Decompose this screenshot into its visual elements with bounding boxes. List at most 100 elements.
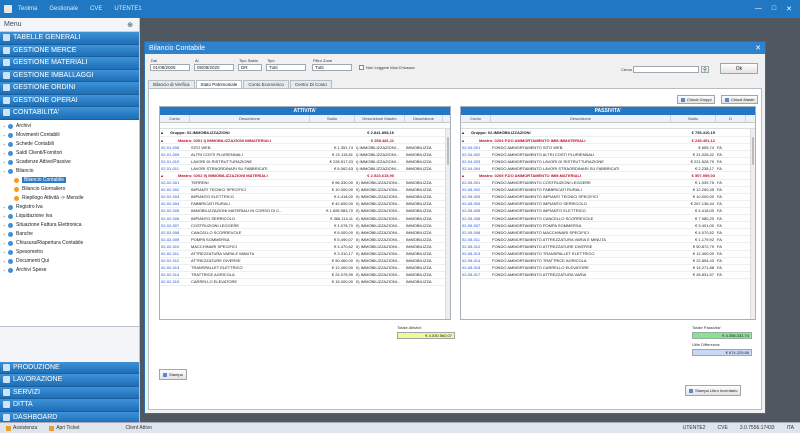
tab-stato-patrimoniale[interactable]: Stato Patrimoniale — [195, 80, 243, 88]
stampa-button[interactable]: Stampa — [159, 369, 187, 380]
collapse-icon[interactable]: ▴ — [160, 130, 169, 135]
conto-link[interactable]: 02-02-005 — [160, 208, 190, 213]
table-row[interactable]: 02-02-013 TRANSPALLET ELETTRICO € 12.400,0… — [160, 265, 450, 272]
category-servizi[interactable]: SERVIZI — [0, 386, 139, 399]
collapse-icon[interactable]: ▴ — [461, 130, 470, 135]
table-row[interactable]: 02-02-004 FABBRICATI RURALI € 42.650,00 II)… — [160, 201, 450, 208]
table-row[interactable]: 02-02-008 CANCELLO SCORREVOLE € 8.000,00 II… — [160, 229, 450, 237]
conto-link[interactable]: 02-02-014 — [160, 272, 190, 277]
pin-icon[interactable]: ⊕ — [127, 21, 133, 29]
tipo-saldo-select[interactable]: DR — [238, 64, 262, 71]
category-lavorazione[interactable]: LAVORAZIONE — [0, 374, 139, 387]
expand-icon[interactable]: + — [3, 214, 7, 219]
tree-item[interactable]: + Situazione Fattura Elettronica — [0, 221, 139, 230]
conto-link[interactable]: 02-02-004 — [160, 201, 190, 206]
table-row[interactable]: 02-05-006 FONDO AMMORTAMENTO CANCELLO SCO… — [461, 215, 755, 223]
filtro-zone-select[interactable]: Tutti — [312, 64, 352, 71]
table-row[interactable]: 02-02-012 ATTREZZATURE DIVERSE € 50.460,00… — [160, 258, 450, 265]
expand-icon[interactable]: + — [3, 232, 7, 237]
conto-link[interactable]: 02-02-009 — [160, 237, 190, 242]
maximize-icon[interactable]: □ — [772, 5, 776, 13]
conto-link[interactable]: 02-04-004 — [461, 166, 491, 171]
category-tabelle-generali[interactable]: TABELLE GENERALI — [0, 32, 139, 45]
expand-icon[interactable]: + — [3, 250, 7, 255]
conto-link[interactable]: 02-02-010 — [160, 244, 190, 249]
tree-item[interactable]: + Banche — [0, 230, 139, 239]
conto-link[interactable]: 02-02-002 — [160, 187, 190, 192]
table-row[interactable]: 02-02-014 TRATTRICE AGRICOLA € 24.075,95 II… — [160, 272, 450, 279]
conto-link[interactable]: 02-05-008 — [461, 230, 491, 235]
conto-link[interactable]: 02-05-011 — [461, 237, 491, 242]
conto-link[interactable]: 02-02-001 — [160, 180, 190, 185]
table-row[interactable]: 02-05-003 FONDO AMMORTAMENTO IMPIANTI TEC… — [461, 194, 755, 201]
expand-icon[interactable]: + — [3, 142, 7, 147]
tree-item[interactable]: + Saldi Clienti/Fornitori — [0, 149, 139, 158]
tree-item[interactable]: + Schede Contabili — [0, 140, 139, 149]
table-row[interactable]: 02-02-002 IMPIANTI TECNICI SPECIFICI € 10.… — [160, 187, 450, 194]
tree-item[interactable]: Bilancio Contabile — [0, 176, 139, 185]
tree-item[interactable]: Riepilogo Attività -> Mensile — [0, 194, 139, 203]
table-row[interactable]: 02-04-004 FONDO AMMORTAMENTO LAVORI STRAO… — [461, 165, 755, 173]
dal-date-input[interactable]: 01/08/2006 — [150, 64, 190, 71]
scroll-thumb[interactable] — [752, 137, 754, 165]
category-gestione-imballaggi[interactable]: GESTIONE IMBALLAGGI — [0, 69, 139, 82]
apri-ticket-item[interactable]: Apri Ticket — [49, 425, 80, 431]
close-window-icon[interactable]: ✕ — [755, 44, 761, 52]
tree-item[interactable]: + Archivi — [0, 122, 139, 131]
conto-link[interactable]: 02-02-006 — [160, 216, 190, 221]
col-descrizione[interactable]: Descrizione — [190, 115, 310, 122]
category-contabilita-[interactable]: CONTABILITA' — [0, 107, 139, 120]
table-row[interactable]: 02-01-011 LAVORI STRAORDINARI SU FABBRICA… — [160, 165, 450, 173]
table-row[interactable]: 02-05-017 FONDO AMMORTAMENTO ATTREZZATURA… — [461, 272, 755, 279]
table-row[interactable]: 02-05-008 FONDO AMMORTAMENTO MACCHINARI S… — [461, 229, 755, 237]
close-icon[interactable]: ✕ — [786, 5, 792, 13]
tab-conto-economico[interactable]: Conto Economico — [243, 80, 289, 88]
stampa-libro-inventario-button[interactable]: Stampa Libro Inventario — [685, 385, 742, 396]
table-row[interactable]: 02-02-005 IMMOBILIZZAZIONI MATERIALI IN C… — [160, 208, 450, 216]
conto-link[interactable]: 02-04-002 — [461, 152, 491, 157]
table-row[interactable]: 02-05-001 FONDO AMMORTAMENTO COSTRUZIONI … — [461, 180, 755, 187]
conto-link[interactable]: 02-02-012 — [160, 258, 190, 263]
tab-centro-di-costo[interactable]: Centro Di Costo — [289, 80, 332, 88]
category-gestione-materiali[interactable]: GESTIONE MATERIALI — [0, 57, 139, 70]
conto-link[interactable]: 02-05-001 — [461, 180, 491, 185]
expand-icon[interactable]: + — [3, 151, 7, 156]
table-row[interactable]: 02-04-002 FONDO AMMORTAMENTO ALTRI COSTI … — [461, 151, 755, 159]
expand-icon[interactable]: + — [3, 160, 7, 165]
conto-link[interactable]: 02-05-017 — [461, 272, 491, 277]
tree-item[interactable]: + Scadenze Attive/Passive — [0, 158, 139, 167]
table-row[interactable]: 02-02-003 IMPIANTO ELETTRICO € 4.418,00 II)… — [160, 194, 450, 201]
table-row[interactable]: 02-02-010 MACCHINARI SPECIFICI € 4.470,62 I… — [160, 243, 450, 251]
cerca-input[interactable] — [633, 66, 699, 73]
category-ditta[interactable]: DITTA — [0, 399, 139, 412]
mastro-row[interactable]: ▴ Mastro: 0201 I) IMMOBILIZZAZIONI IMMATE… — [160, 137, 450, 145]
table-row[interactable]: 02-02-006 IMPIANTO SERRICOLO € 366.114,11 I… — [160, 215, 450, 223]
collapse-icon[interactable]: ▴ — [160, 138, 177, 143]
table-row[interactable]: 02-05-014 FONDO AMMORTAMENTO TRATTRICE AG… — [461, 258, 755, 265]
tree-item[interactable]: + Bilancio — [0, 167, 139, 176]
scroll-thumb[interactable] — [447, 137, 449, 165]
expand-icon[interactable]: + — [3, 205, 7, 210]
conto-link[interactable]: 02-04-003 — [461, 159, 491, 164]
tipo-select[interactable]: Tutti — [266, 64, 306, 71]
conto-link[interactable]: 02-05-014 — [461, 258, 491, 263]
conto-link[interactable]: 02-05-005 — [461, 208, 491, 213]
conto-link[interactable]: 02-01-009 — [160, 152, 190, 157]
col-descrizione-2[interactable]: Descrizione — [405, 115, 443, 122]
group-row[interactable]: ▴ Gruppo: 02-IMMOBILIZZAZIONI € 2.841.898,… — [160, 129, 450, 137]
ok-button[interactable]: Ok — [720, 63, 758, 74]
category-gestione-operai[interactable]: GESTIONE OPERAI — [0, 94, 139, 107]
col-d[interactable]: D — [716, 115, 746, 122]
minimize-icon[interactable]: — — [755, 5, 762, 13]
table-row[interactable]: 02-02-009 POMPA SOMMERSA € 5.490,07 II) IMM… — [160, 236, 450, 244]
expand-icon[interactable]: + — [3, 268, 7, 273]
conto-link[interactable]: 02-01-010 — [160, 159, 190, 164]
conto-link[interactable]: 02-02-007 — [160, 223, 190, 228]
collapse-icon[interactable]: ▴ — [461, 138, 478, 143]
al-date-input[interactable]: 05/08/2020 — [194, 64, 234, 71]
conto-link[interactable]: 02-05-006 — [461, 216, 491, 221]
expand-icon[interactable]: + — [3, 241, 7, 246]
table-row[interactable]: 02-01-008 SITO WEB € 1.351,74 I) IMMOBILIZZ… — [160, 144, 450, 152]
col-conto[interactable]: Conto — [461, 115, 491, 122]
collapse-icon[interactable]: ▴ — [461, 173, 478, 178]
